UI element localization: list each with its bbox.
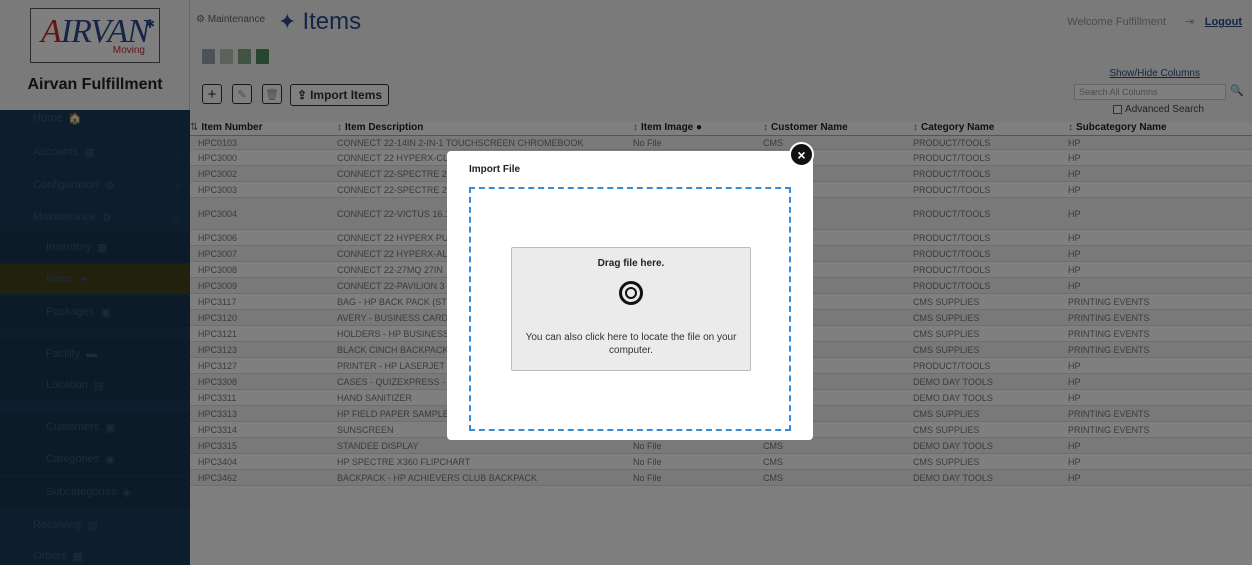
modal-title: Import File (469, 164, 521, 175)
target-icon (619, 281, 643, 305)
locate-file-hint: You can also click here to locate the fi… (525, 332, 737, 356)
import-file-modal: Import File × Drag file here. You can al… (447, 142, 814, 440)
file-dropzone[interactable]: Drag file here. You can also click here … (469, 187, 791, 431)
close-button[interactable]: × (789, 142, 814, 167)
file-picker-area[interactable]: Drag file here. You can also click here … (511, 247, 751, 371)
drag-file-label: Drag file here. (597, 258, 665, 269)
